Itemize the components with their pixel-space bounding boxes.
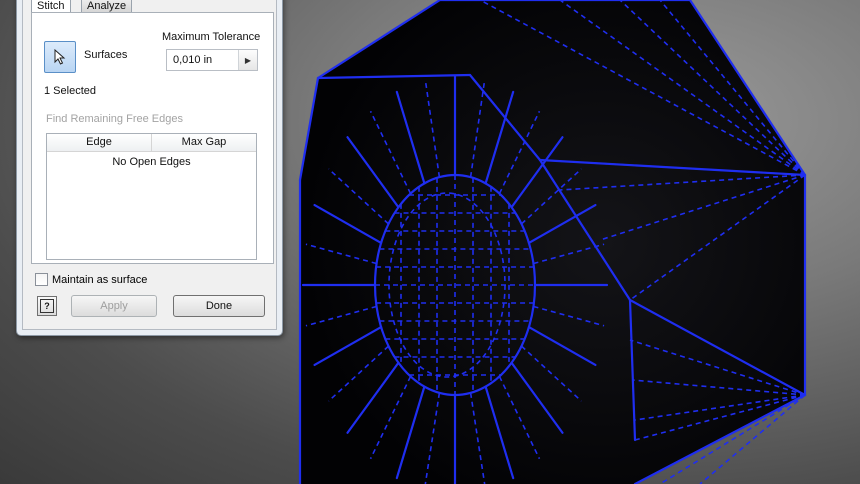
maintain-as-surface-option[interactable]: Maintain as surface [35,273,147,286]
free-edges-table: Edge Max Gap No Open Edges [46,133,257,260]
tolerance-dropdown-icon[interactable]: ▶ [238,50,257,70]
maintain-as-surface-checkbox[interactable] [35,273,48,286]
model-body [300,0,805,484]
stitch-dialog: Stitch Analyze Surfaces Maximum Toleranc… [16,0,283,336]
dialog-body: Stitch Analyze Surfaces Maximum Toleranc… [22,0,277,330]
maintain-as-surface-label: Maintain as surface [52,273,148,286]
surfaces-select-button[interactable] [44,41,76,73]
surfaces-label: Surfaces [84,49,128,61]
stitch-panel: Surfaces Maximum Tolerance 0,010 in ▶ 1 … [31,12,274,264]
max-tolerance-label: Maximum Tolerance [162,31,261,43]
done-button[interactable]: Done [173,295,265,317]
selected-count: 1 Selected [44,85,96,97]
help-button[interactable]: ? [37,296,57,316]
column-edge[interactable]: Edge [47,134,152,151]
table-header: Edge Max Gap [47,134,256,152]
find-remaining-free-edges-link[interactable]: Find Remaining Free Edges [46,113,183,125]
help-icon: ? [40,299,54,313]
tolerance-value[interactable]: 0,010 in [173,54,212,66]
cursor-arrow-icon [54,49,66,65]
table-empty-message: No Open Edges [112,156,191,168]
tolerance-input[interactable]: 0,010 in ▶ [166,49,258,71]
apply-button[interactable]: Apply [71,295,157,317]
column-max-gap[interactable]: Max Gap [152,134,256,151]
